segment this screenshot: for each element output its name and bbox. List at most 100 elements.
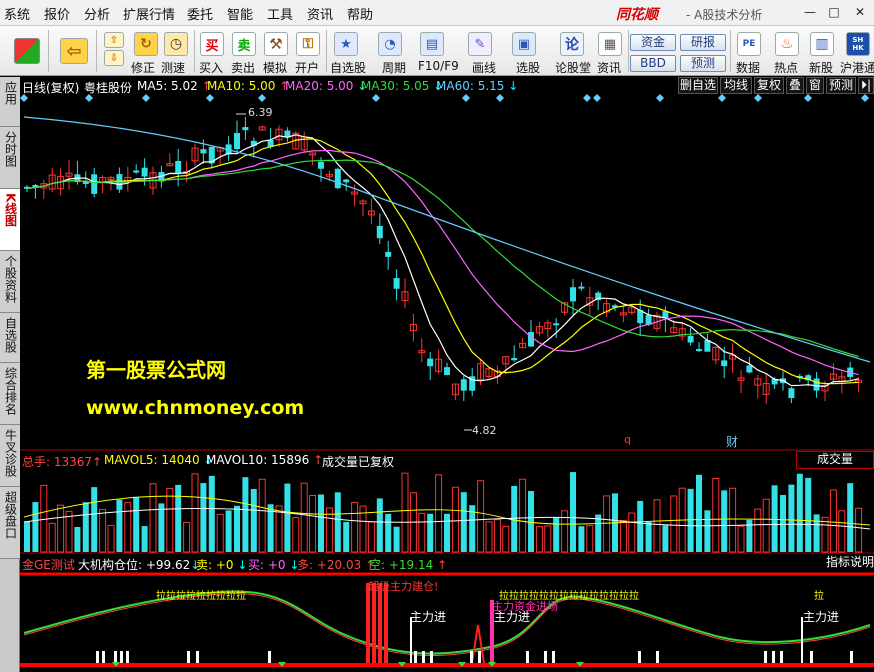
hk-connect-icon[interactable]: SH HK: [846, 32, 870, 56]
volume-bar: [334, 492, 341, 552]
hammer-icon[interactable]: ⚒: [264, 32, 288, 56]
candle-body: [746, 365, 753, 373]
draw-line-button-label[interactable]: 画线: [472, 59, 496, 76]
refresh-icon[interactable]: ↻: [134, 32, 158, 56]
indicator-long-line: [23, 592, 871, 657]
menu-news[interactable]: 资讯: [307, 4, 333, 23]
candle-body: [385, 251, 392, 257]
ma5-value: MA5: 5.02 ↑: [137, 79, 212, 93]
volume-bar: [343, 521, 350, 552]
menu-extended-quote[interactable]: 扩展行情: [123, 4, 175, 23]
down-arrow-icon[interactable]: ⇩: [104, 50, 124, 66]
menu-quote[interactable]: 报价: [44, 4, 70, 23]
back-arrow-icon[interactable]: ⇦: [60, 38, 88, 64]
forum-icon[interactable]: 论: [560, 32, 584, 56]
forum-button-label[interactable]: 论股堂: [555, 59, 591, 76]
signal-tick: [478, 651, 481, 663]
candle-body: [234, 133, 240, 150]
volume-bar: [737, 525, 745, 553]
flame-icon[interactable]: ♨: [775, 32, 799, 56]
star-icon[interactable]: ★: [334, 32, 358, 56]
institution-position: 大机构仓位: +99.62↓: [78, 556, 200, 573]
volume-bar: [284, 483, 291, 552]
close-button[interactable]: ✕: [850, 4, 870, 20]
menu-analysis[interactable]: 分析: [84, 4, 110, 23]
volume-bar: [813, 514, 820, 552]
sidetab-diagnosis[interactable]: 牛叉诊股: [0, 425, 20, 487]
news-icon[interactable]: ▦: [598, 32, 622, 56]
sidetab-kline[interactable]: K线图: [0, 189, 20, 251]
pencil-icon[interactable]: ✎: [468, 32, 492, 56]
volume-bar: [91, 487, 98, 552]
event-diamond-icon: [142, 94, 150, 102]
new-stock-icon[interactable]: ▥: [810, 32, 834, 56]
volume-bar: [318, 494, 324, 552]
stock-picker-icon[interactable]: ▣: [512, 32, 536, 56]
volume-bar: [48, 522, 56, 553]
hk-connect-button-label[interactable]: 沪港通: [840, 59, 874, 76]
sell-button-label[interactable]: 卖出: [231, 59, 255, 76]
sidetab-apps-label: 应用: [3, 81, 18, 105]
research-report-button[interactable]: 研报: [680, 34, 726, 51]
forecast-button[interactable]: 预测: [680, 55, 726, 72]
adjust-button[interactable]: 复权: [754, 77, 784, 94]
maximize-button[interactable]: □: [824, 4, 844, 20]
f10-button-label[interactable]: F10/F9: [418, 59, 459, 73]
sidetab-stock-profile[interactable]: 个股资料: [0, 251, 20, 313]
menu-tools[interactable]: 工具: [267, 4, 293, 23]
pe-icon[interactable]: PE: [737, 32, 761, 56]
menu-entrust[interactable]: 委托: [187, 4, 213, 23]
menu-help[interactable]: 帮助: [347, 4, 373, 23]
la-signal-group-1: 拉拉拉拉拉: [156, 591, 206, 602]
volume-bar: [451, 486, 459, 553]
signal-tick: [764, 651, 767, 663]
event-diamond-icon: [462, 94, 470, 102]
window-button[interactable]: 窗: [806, 77, 824, 94]
buy-button-label[interactable]: 买入: [199, 59, 223, 76]
stock-picker-button-label[interactable]: 选股: [516, 59, 540, 76]
sidetab-ranking[interactable]: 综合排名: [0, 363, 20, 425]
minimize-button[interactable]: —: [800, 4, 820, 20]
ma-lines-button[interactable]: 均线: [720, 77, 752, 94]
buy-icon[interactable]: 买: [200, 32, 224, 56]
volume-bar: [535, 526, 543, 553]
overlay-button[interactable]: 叠: [786, 77, 804, 94]
news-button-label[interactable]: 资讯: [597, 59, 621, 76]
ma10-label: MA10: 5.00: [207, 79, 276, 93]
sidetab-super-depth[interactable]: 超级盘口: [0, 487, 20, 559]
menu-system[interactable]: 系统: [4, 4, 30, 23]
indicator-help-button[interactable]: 指标说明: [826, 555, 874, 571]
open-account-button-label[interactable]: 开户: [295, 59, 319, 76]
menu-smart[interactable]: 智能: [227, 4, 253, 23]
volume-bar: [401, 472, 409, 553]
volume-bar: [258, 478, 266, 553]
bbd-button[interactable]: BBD: [630, 55, 676, 72]
capital-button[interactable]: 资金: [630, 34, 676, 51]
clock-icon[interactable]: ◷: [164, 32, 188, 56]
windows-icon[interactable]: [14, 38, 40, 64]
sidetab-intraday[interactable]: 分时图: [0, 127, 20, 189]
forecast-view-button[interactable]: 预测: [826, 77, 856, 94]
period-button-label[interactable]: 周期: [382, 59, 406, 76]
watchlist-button-label[interactable]: 自选股: [330, 59, 366, 76]
f10-icon[interactable]: ▤: [420, 32, 444, 56]
sell-icon[interactable]: 卖: [232, 32, 256, 56]
speedtest-button-label[interactable]: 测速: [161, 59, 185, 76]
total-volume-arrow: ↑: [92, 455, 103, 469]
fix-button-label[interactable]: 修正: [131, 59, 155, 76]
simulate-button-label[interactable]: 模拟: [263, 59, 287, 76]
new-stock-button-label[interactable]: 新股: [809, 59, 833, 76]
scroll-end-button[interactable]: ⏵|: [858, 77, 874, 94]
sidetab-kline-label: K线图: [3, 193, 18, 227]
sidetab-apps[interactable]: 应用: [0, 77, 20, 127]
hotspot-button-label[interactable]: 热点: [774, 59, 798, 76]
remove-watchlist-button[interactable]: 删自选: [678, 77, 718, 94]
sidetab-watchlist[interactable]: 自选股: [0, 313, 20, 363]
up-arrow-icon[interactable]: ⇧: [104, 32, 124, 48]
lock-icon[interactable]: ⚿: [296, 32, 320, 56]
volume-bar: [712, 477, 720, 553]
period-clock-icon[interactable]: ◔: [378, 32, 402, 56]
data-button-label[interactable]: 数据: [736, 59, 760, 76]
volume-bar: [704, 510, 711, 552]
volume-indicator-button[interactable]: 成交量: [796, 451, 874, 469]
